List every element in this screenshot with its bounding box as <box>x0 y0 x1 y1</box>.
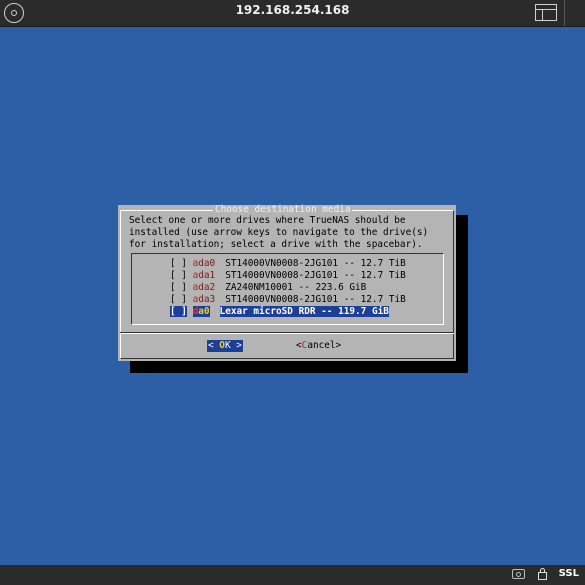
destination-media-dialog: Choose destination media Select one or m… <box>118 205 456 361</box>
remote-console-statusbar: SSL <box>0 565 585 585</box>
drive-description: Lexar microSD RDR -- 119.7 GiB <box>219 306 389 317</box>
ok-button[interactable]: < OK > <box>207 340 243 352</box>
drive-option-ada1[interactable]: [ ] ada1 ST14000VN0008-2JG101 -- 12.7 TiB <box>170 270 406 282</box>
remote-console-titlebar: 192.168.254.168 <box>0 0 585 27</box>
prompt-line: installed (use arrow keys to navigate to… <box>129 227 429 238</box>
ssl-label: SSL <box>558 568 579 579</box>
drive-checkbox[interactable]: [ ] <box>170 270 187 281</box>
drive-list: [ ] ada0 ST14000VN0008-2JG101 -- 12.7 TiB… <box>131 253 444 325</box>
drive-option-ada2[interactable]: [ ] ada2 ZA240NM10001 -- 223.6 GiB <box>170 282 366 294</box>
drive-option-ada0[interactable]: [ ] ada0 ST14000VN0008-2JG101 -- 12.7 TiB <box>170 258 406 270</box>
drive-checkbox[interactable]: [ ] <box>170 294 187 305</box>
cancel-button[interactable]: <Cancel> <box>296 340 341 352</box>
drive-description: ST14000VN0008-2JG101 -- 12.7 TiB <box>225 270 406 281</box>
dialog-separator <box>120 332 454 334</box>
drive-checkbox[interactable]: [ ] <box>170 282 187 293</box>
drive-name: ada3 <box>192 294 216 305</box>
lock-icon <box>538 568 547 580</box>
drive-checkbox[interactable]: [ ] <box>170 258 187 269</box>
dialog-prompt: Select one or more drives where TrueNAS … <box>129 215 428 251</box>
drive-description: ST14000VN0008-2JG101 -- 12.7 TiB <box>225 258 406 269</box>
drive-name: ada2 <box>192 282 216 293</box>
drive-name: ada1 <box>192 270 216 281</box>
camera-icon[interactable] <box>512 569 525 579</box>
drive-name: da0 <box>192 306 210 317</box>
host-address: 192.168.254.168 <box>235 3 350 17</box>
drive-option-ada3[interactable]: [ ] ada3 ST14000VN0008-2JG101 -- 12.7 TiB <box>170 294 406 306</box>
drive-option-da0[interactable]: [ ] da0 Lexar microSD RDR -- 119.7 GiB <box>170 306 389 318</box>
prompt-line: for installation; select a drive with th… <box>129 239 423 250</box>
drive-description: ZA240NM10001 -- 223.6 GiB <box>225 282 367 293</box>
layout-icon[interactable] <box>535 4 557 21</box>
drive-checkbox[interactable]: [ ] <box>170 306 187 317</box>
dialog-title: Choose destination media <box>213 204 353 215</box>
drive-name: ada0 <box>192 258 216 269</box>
prompt-line: Select one or more drives where TrueNAS … <box>129 215 406 226</box>
side-panel-toggle[interactable] <box>564 0 585 26</box>
drive-description: ST14000VN0008-2JG101 -- 12.7 TiB <box>225 294 406 305</box>
